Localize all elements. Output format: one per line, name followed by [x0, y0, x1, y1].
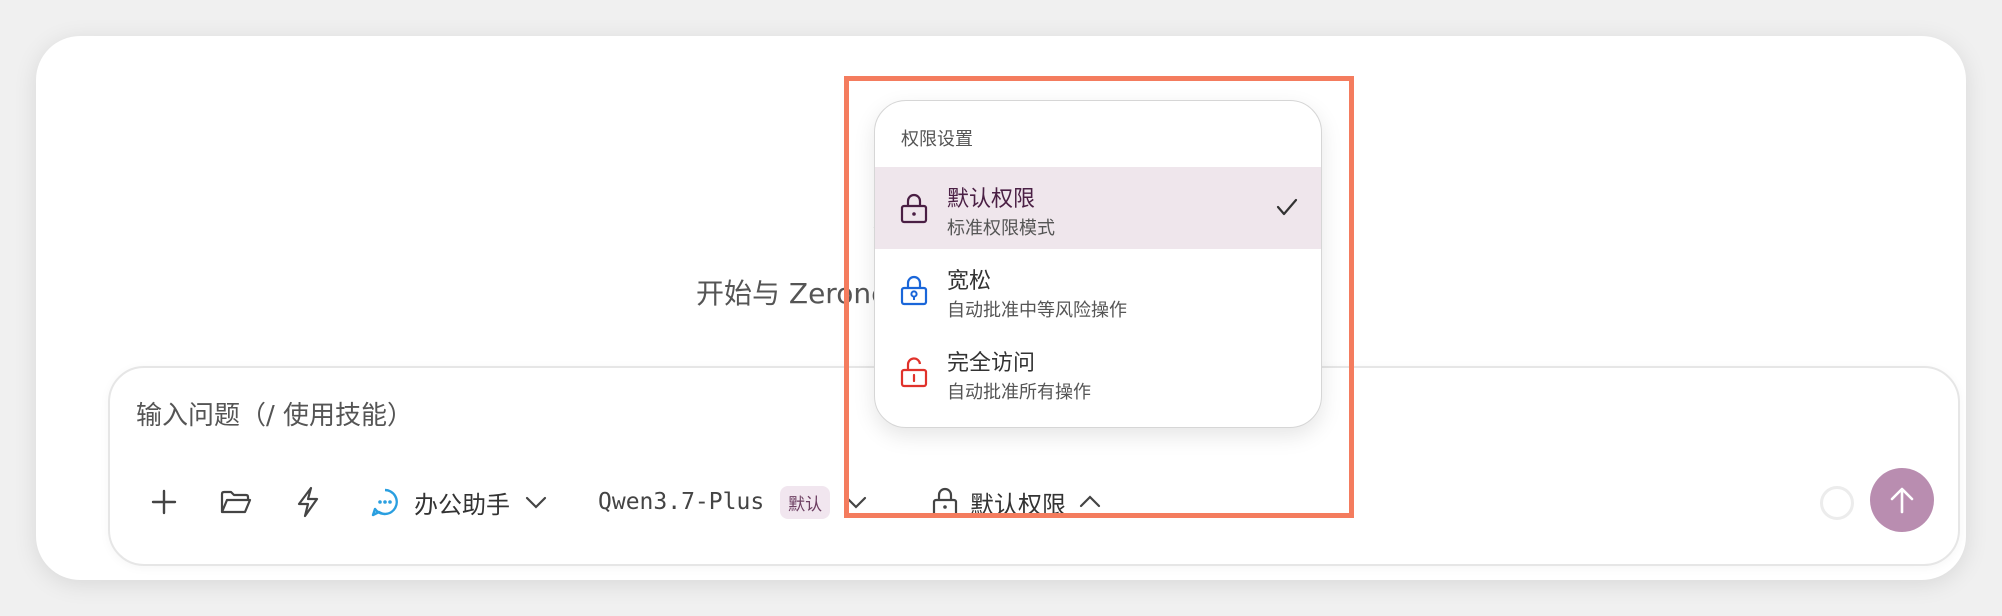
lock-keyhole-icon — [900, 275, 928, 306]
permission-dropdown: 权限设置 默认权限 标准权限模式 宽松 自动批准中等风险操作 完全访问 自动批准… — [874, 100, 1322, 428]
chevron-down-icon — [525, 496, 547, 509]
add-button[interactable] — [140, 478, 188, 526]
open-folder-button[interactable] — [212, 478, 260, 526]
checkmark-icon — [1276, 198, 1298, 216]
arrow-up-icon — [1890, 487, 1914, 514]
option-description: 自动批准所有操作 — [947, 382, 1091, 403]
option-title: 宽松 — [947, 269, 992, 294]
permission-option-full-access[interactable]: 完全访问 自动批准所有操作 — [875, 331, 1321, 413]
option-title: 完全访问 — [947, 351, 1036, 376]
assistant-label: 办公助手 — [414, 490, 510, 519]
chat-bubble-icon — [371, 488, 398, 517]
loading-indicator — [1820, 486, 1854, 520]
permission-menu-header: 权限设置 — [901, 129, 973, 150]
send-button[interactable] — [1870, 468, 1934, 532]
option-description: 自动批准中等风险操作 — [947, 300, 1127, 321]
permission-option-default[interactable]: 默认权限 标准权限模式 — [875, 167, 1321, 249]
lock-icon — [900, 193, 928, 224]
folder-open-icon — [220, 490, 252, 514]
plus-icon — [151, 489, 177, 515]
option-description: 标准权限模式 — [947, 218, 1055, 239]
model-selector[interactable]: Qwen3.7-Plus 默认 — [598, 478, 868, 526]
assistant-selector[interactable]: 办公助手 — [370, 478, 548, 526]
lightning-icon — [297, 486, 319, 518]
option-title: 默认权限 — [947, 187, 1036, 212]
lock-open-icon — [900, 357, 928, 388]
permission-option-relaxed[interactable]: 宽松 自动批准中等风险操作 — [875, 249, 1321, 331]
skills-button[interactable] — [284, 478, 332, 526]
model-name: Qwen3.7-Plus — [598, 489, 765, 515]
model-default-badge: 默认 — [780, 485, 831, 519]
